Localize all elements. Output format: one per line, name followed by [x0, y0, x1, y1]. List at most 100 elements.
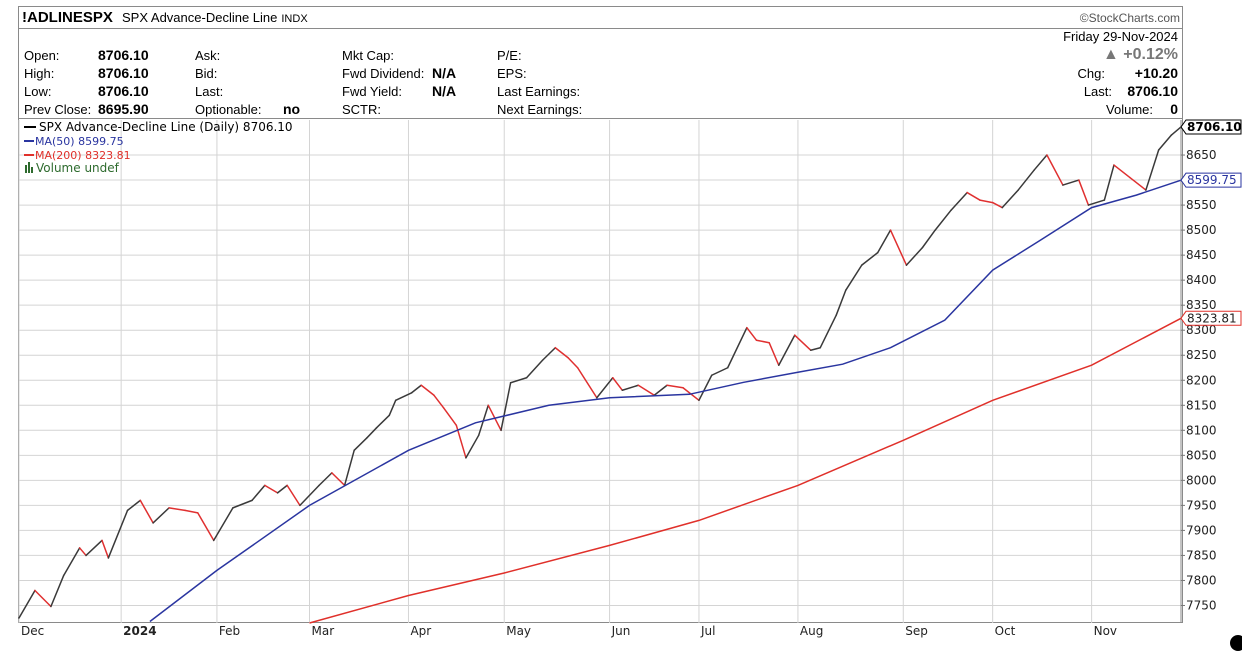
adline-segment [433, 394, 445, 409]
adline-segment [966, 191, 981, 201]
x-tick-label: Nov [1094, 624, 1117, 638]
adline-segment [420, 384, 435, 397]
value-tag-label: 8706.10 [1187, 120, 1242, 134]
adline-segment [793, 334, 812, 351]
adline-segment [710, 366, 729, 377]
adline-segment [286, 484, 301, 507]
y-tick-label: 8650 [1186, 148, 1217, 162]
adline-segment [85, 539, 103, 557]
legend-ma50: MA(50) 8599.75 [35, 135, 124, 148]
adline-segment [500, 382, 512, 432]
y-tick-label: 8250 [1186, 348, 1217, 362]
adline-segment [819, 314, 837, 349]
adline-segment [905, 246, 924, 266]
x-tick-label: Apr [410, 624, 431, 638]
value-tag-label: 8599.75 [1187, 173, 1237, 187]
corner-dot [1230, 635, 1242, 651]
adline-segment [861, 251, 879, 266]
adline-segment [366, 427, 378, 439]
x-tick-label: Jul [700, 624, 715, 638]
adline-segment [637, 384, 656, 397]
adline-segment [388, 399, 397, 417]
adline-segment [465, 434, 480, 459]
y-tick-label: 8100 [1186, 423, 1217, 437]
adline-segment [596, 377, 614, 399]
legend-volume: Volume undef [36, 161, 120, 175]
y-tick-label: 8150 [1186, 398, 1217, 412]
adline-segment [921, 229, 936, 249]
y-tick-label: 8000 [1186, 473, 1217, 487]
adline-segment [746, 326, 758, 341]
adline-segment [251, 484, 266, 502]
x-tick-label: Aug [800, 624, 823, 638]
y-tick-label: 7800 [1186, 573, 1217, 587]
y-axis: 7750 7800 7850 7900 7950 8000 8050 8100 8150 8200… [1180, 120, 1217, 623]
adline-segment [1113, 164, 1131, 179]
x-tick-label: May [506, 624, 531, 638]
adline-segment [979, 199, 994, 204]
adline-segment [78, 547, 87, 557]
adline-segment [768, 341, 780, 366]
adline-segment [835, 289, 847, 316]
adline-segment [541, 346, 557, 361]
y-tick-label: 8550 [1186, 198, 1217, 212]
adline-segment [1103, 164, 1115, 201]
legend-adline: SPX Advance-Decline Line (Daily) 8706.10 [39, 120, 293, 134]
ma200-line [309, 317, 1182, 624]
x-tick-label: Oct [995, 624, 1016, 638]
y-tick-label: 7950 [1186, 498, 1217, 512]
x-tick-label: 2024 [123, 624, 156, 638]
adline-segment [755, 339, 770, 344]
adline-segment [318, 472, 333, 487]
adline-segment [778, 334, 796, 366]
adline-segment [1129, 176, 1147, 191]
y-tick-label: 8200 [1186, 373, 1217, 387]
x-tick-label: Jun [611, 624, 631, 638]
volume-icon [25, 162, 33, 173]
value-tag-label: 8323.81 [1187, 311, 1237, 325]
adline-segment [442, 407, 458, 427]
adline-segment [184, 509, 199, 514]
y-tick-label: 7900 [1186, 523, 1217, 537]
adline-segment [276, 484, 288, 494]
adline-segment [139, 499, 154, 524]
y-tick-label: 7850 [1186, 548, 1217, 562]
adline-segment [525, 359, 544, 379]
adline-segment [950, 191, 968, 211]
adline-segment [612, 377, 624, 392]
adline-segment [621, 384, 640, 392]
adline-segment [394, 392, 413, 402]
adline-segment [410, 384, 422, 394]
adline-segment [107, 509, 129, 559]
adline-segment [62, 547, 81, 577]
adline-segment [168, 507, 186, 512]
x-tick-label: Dec [21, 624, 44, 638]
adline-segment [666, 384, 684, 389]
y-tick-label: 8400 [1186, 273, 1217, 287]
adline-segment [698, 374, 713, 402]
adline-segment [1062, 179, 1080, 186]
adline-segment [1157, 134, 1173, 151]
x-tick-label: Sep [905, 624, 928, 638]
y-tick-label: 8500 [1186, 223, 1217, 237]
adline-segment [845, 264, 863, 291]
adline-segment [331, 472, 346, 487]
adline-segment [197, 512, 215, 542]
adline-segment [353, 437, 368, 452]
adline-segment [34, 589, 52, 608]
adline-segment [18, 589, 36, 619]
adline-segment [726, 326, 748, 369]
y-tick-label: 8050 [1186, 448, 1217, 462]
adline-segment [653, 384, 668, 397]
adline-segment [264, 484, 279, 494]
y-tick-label: 7750 [1186, 598, 1217, 612]
adline-segment [232, 499, 253, 509]
adline-segment [1033, 154, 1048, 171]
legend: SPX Advance-Decline Line (Daily) 8706.10… [24, 120, 293, 175]
price-chart[interactable]: 7750 7800 7850 7900 7950 8000 8050 8100 8150 8200… [0, 0, 1242, 646]
series-layer [18, 126, 1182, 624]
adline-segment [375, 414, 391, 429]
y-tick-label: 8450 [1186, 248, 1217, 262]
x-tick-label: Feb [219, 624, 240, 638]
adline-segment [809, 346, 822, 351]
